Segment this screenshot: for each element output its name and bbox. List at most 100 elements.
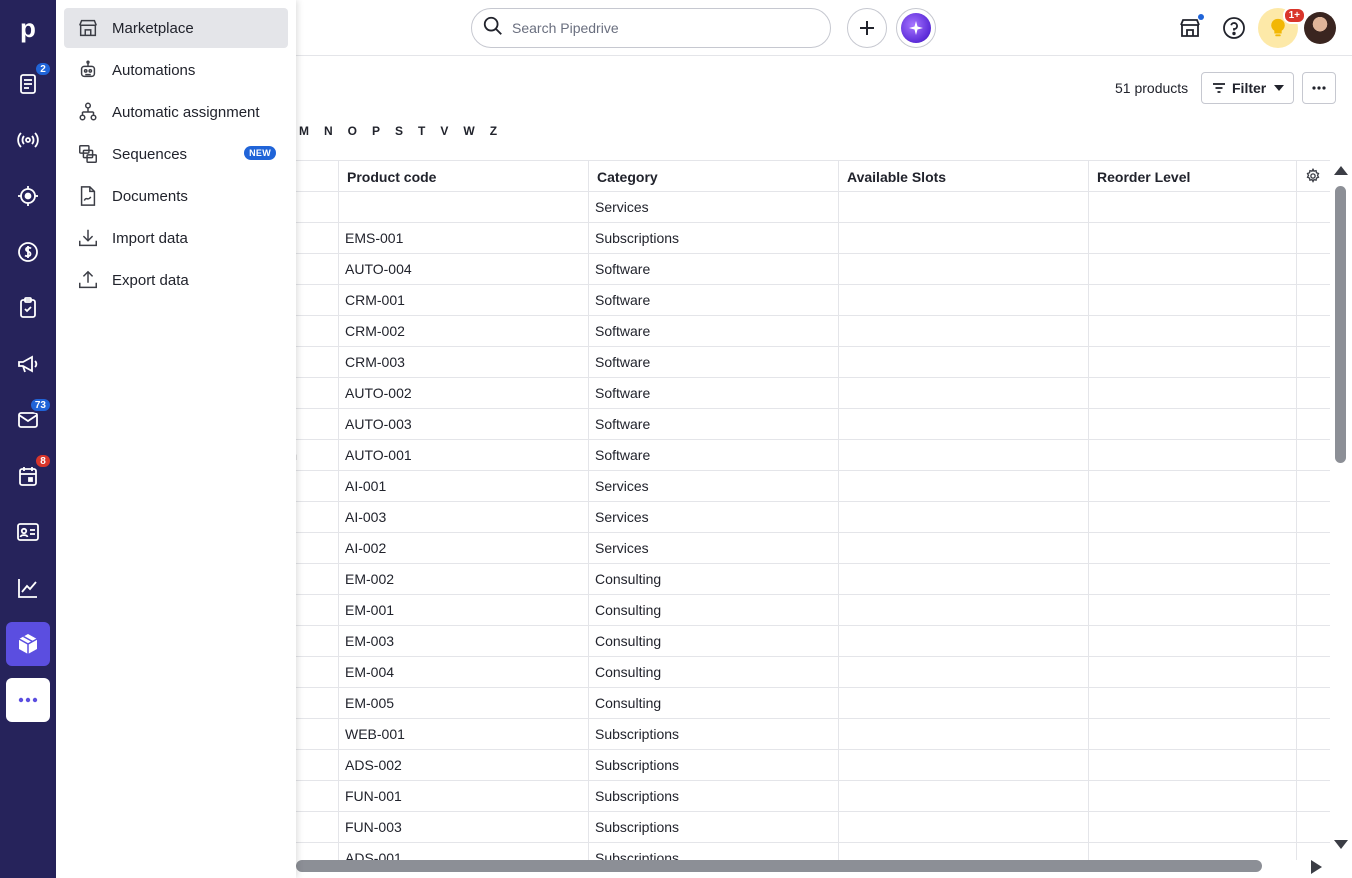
cell-product-code[interactable]: ADS-001 xyxy=(339,843,589,860)
nav-leads[interactable]: 2 xyxy=(6,61,52,106)
filter-button[interactable]: Filter xyxy=(1201,72,1294,104)
menu-item-automations[interactable]: Automations xyxy=(64,50,288,90)
cell-reorder-level[interactable] xyxy=(1089,471,1297,501)
cell-available-slots[interactable] xyxy=(839,285,1089,315)
cell-spacer[interactable] xyxy=(1297,626,1330,656)
cell-spacer[interactable] xyxy=(1297,533,1330,563)
cell-available-slots[interactable] xyxy=(839,254,1089,284)
cell-category[interactable]: Consulting xyxy=(589,595,839,625)
cell-category[interactable]: Consulting xyxy=(589,657,839,687)
cell-product-code[interactable]: EM-001 xyxy=(339,595,589,625)
cell-category[interactable]: Subscriptions xyxy=(589,750,839,780)
cell-available-slots[interactable] xyxy=(839,719,1089,749)
cell-spacer[interactable] xyxy=(1297,192,1330,222)
cell-category[interactable]: Software xyxy=(589,347,839,377)
alphabet-letter[interactable]: N xyxy=(324,124,333,138)
nav-more[interactable] xyxy=(6,678,50,722)
cell-spacer[interactable] xyxy=(1297,254,1330,284)
cell-category[interactable]: Consulting xyxy=(589,626,839,656)
cell-category[interactable]: Consulting xyxy=(589,688,839,718)
cell-available-slots[interactable] xyxy=(839,502,1089,532)
cell-product-code[interactable]: AI-002 xyxy=(339,533,589,563)
column-header-available-slots[interactable]: Available Slots xyxy=(839,161,1089,192)
alphabet-letter[interactable]: W xyxy=(463,124,474,138)
cell-product-code[interactable]: EM-004 xyxy=(339,657,589,687)
cell-product-code[interactable]: EM-003 xyxy=(339,626,589,656)
cell-reorder-level[interactable] xyxy=(1089,688,1297,718)
cell-available-slots[interactable] xyxy=(839,564,1089,594)
alphabet-letter[interactable]: M xyxy=(299,124,309,138)
cell-available-slots[interactable] xyxy=(839,595,1089,625)
menu-item-automatic-assignment[interactable]: Automatic assignment xyxy=(64,92,288,132)
cell-reorder-level[interactable] xyxy=(1089,533,1297,563)
cell-spacer[interactable] xyxy=(1297,688,1330,718)
cell-reorder-level[interactable] xyxy=(1089,378,1297,408)
cell-product-code[interactable]: CRM-002 xyxy=(339,316,589,346)
cell-available-slots[interactable] xyxy=(839,812,1089,842)
cell-reorder-level[interactable] xyxy=(1089,843,1297,860)
nav-projects[interactable] xyxy=(6,174,50,218)
cell-reorder-level[interactable] xyxy=(1089,285,1297,315)
menu-item-sequences[interactable]: Sequences NEW xyxy=(64,134,288,174)
cell-spacer[interactable] xyxy=(1297,502,1330,532)
cell-spacer[interactable] xyxy=(1297,812,1330,842)
more-actions-button[interactable] xyxy=(1302,72,1336,104)
cell-reorder-level[interactable] xyxy=(1089,781,1297,811)
cell-spacer[interactable] xyxy=(1297,719,1330,749)
cell-spacer[interactable] xyxy=(1297,285,1330,315)
pipedrive-logo[interactable]: p xyxy=(0,0,56,56)
cell-reorder-level[interactable] xyxy=(1089,409,1297,439)
alphabet-letter[interactable]: T xyxy=(418,124,425,138)
cell-reorder-level[interactable] xyxy=(1089,192,1297,222)
nav-deals[interactable] xyxy=(6,230,50,274)
cell-spacer[interactable] xyxy=(1297,378,1330,408)
cell-spacer[interactable] xyxy=(1297,657,1330,687)
cell-product-code[interactable]: AUTO-003 xyxy=(339,409,589,439)
alphabet-letter[interactable]: S xyxy=(395,124,403,138)
nav-products[interactable] xyxy=(6,622,50,666)
cell-category[interactable]: Software xyxy=(589,316,839,346)
horizontal-scrollbar[interactable] xyxy=(296,860,1262,872)
column-settings-icon[interactable] xyxy=(1305,168,1321,184)
cell-category[interactable]: Subscriptions xyxy=(589,843,839,860)
nav-deals-pipeline[interactable] xyxy=(6,118,50,162)
search-input[interactable] xyxy=(512,20,812,36)
nav-insights[interactable] xyxy=(6,566,50,610)
cell-category[interactable]: Subscriptions xyxy=(589,812,839,842)
cell-reorder-level[interactable] xyxy=(1089,316,1297,346)
cell-available-slots[interactable] xyxy=(839,750,1089,780)
cell-product-code[interactable]: CRM-003 xyxy=(339,347,589,377)
cell-spacer[interactable] xyxy=(1297,781,1330,811)
cell-reorder-level[interactable] xyxy=(1089,347,1297,377)
cell-product-code[interactable]: EM-002 xyxy=(339,564,589,594)
tips-button[interactable]: 1+ xyxy=(1258,7,1306,48)
cell-available-slots[interactable] xyxy=(839,378,1089,408)
cell-available-slots[interactable] xyxy=(839,316,1089,346)
cell-product-code[interactable]: WEB-001 xyxy=(339,719,589,749)
cell-reorder-level[interactable] xyxy=(1089,719,1297,749)
cell-reorder-level[interactable] xyxy=(1089,595,1297,625)
column-header-category[interactable]: Category xyxy=(589,161,839,192)
alphabet-letter[interactable]: O xyxy=(348,124,357,138)
cell-spacer[interactable] xyxy=(1297,347,1330,377)
cell-category[interactable]: Software xyxy=(589,440,839,470)
cell-available-slots[interactable] xyxy=(839,533,1089,563)
cell-available-slots[interactable] xyxy=(839,843,1089,860)
cell-product-code[interactable]: EM-005 xyxy=(339,688,589,718)
cell-available-slots[interactable] xyxy=(839,688,1089,718)
nav-contacts[interactable] xyxy=(6,510,50,554)
cell-product-code[interactable]: FUN-001 xyxy=(339,781,589,811)
cell-category[interactable]: Services xyxy=(589,471,839,501)
cell-category[interactable]: Software xyxy=(589,285,839,315)
scroll-right-arrow[interactable] xyxy=(1311,860,1322,874)
vertical-scrollbar[interactable] xyxy=(1335,186,1346,463)
cell-spacer[interactable] xyxy=(1297,223,1330,253)
quick-add-button[interactable] xyxy=(847,8,887,48)
cell-spacer[interactable] xyxy=(1297,843,1330,860)
cell-reorder-level[interactable] xyxy=(1089,223,1297,253)
cell-reorder-level[interactable] xyxy=(1089,440,1297,470)
alphabet-letter[interactable]: V xyxy=(440,124,448,138)
cell-category[interactable]: Subscriptions xyxy=(589,223,839,253)
menu-item-export-data[interactable]: Export data xyxy=(64,260,288,300)
cell-reorder-level[interactable] xyxy=(1089,626,1297,656)
